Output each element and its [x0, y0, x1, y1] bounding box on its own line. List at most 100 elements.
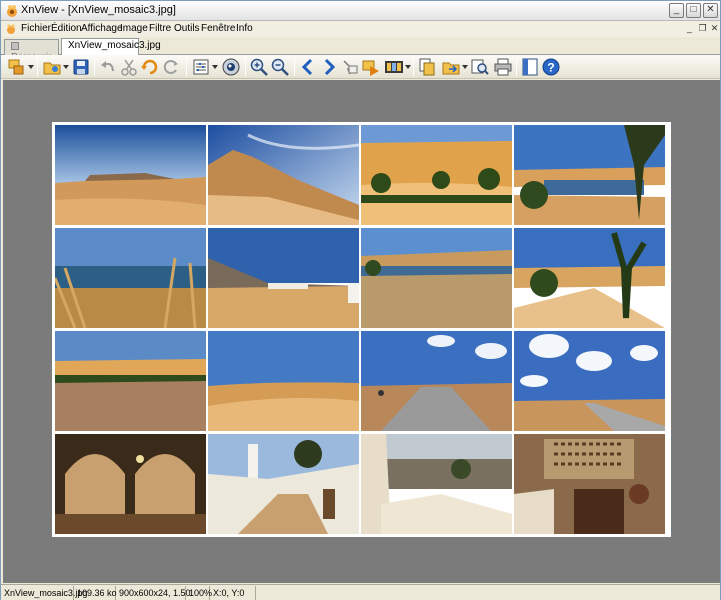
- chevron-down-icon[interactable]: [405, 64, 411, 70]
- panel-button[interactable]: [520, 57, 540, 77]
- browser-icon: [8, 59, 24, 75]
- mdi-minimize-icon[interactable]: _: [684, 23, 695, 34]
- photo-tile: [361, 228, 512, 328]
- minimize-button[interactable]: _: [669, 3, 684, 18]
- maximize-button[interactable]: □: [686, 3, 701, 18]
- toolbar-separator: [516, 58, 517, 76]
- chevron-down-icon[interactable]: [28, 64, 34, 70]
- photo-tile: [361, 125, 512, 225]
- menu-fenetre[interactable]: Fenêtre: [201, 23, 235, 34]
- printer-icon: [494, 58, 512, 76]
- tab-image[interactable]: XnView_mosaic3.jpg: [61, 38, 161, 56]
- photo-tile: [55, 228, 206, 328]
- toolbar-separator: [413, 58, 414, 76]
- chevron-down-icon[interactable]: [212, 64, 218, 70]
- title-bar[interactable]: XnView - [XnView_mosaic3.jpg] _ □ ✕: [1, 1, 720, 21]
- cut-icon: [121, 59, 137, 76]
- undo-icon: [101, 61, 114, 72]
- photo-tile: [208, 331, 359, 431]
- menu-fichier[interactable]: Fichier: [21, 23, 51, 34]
- convert-button[interactable]: [441, 57, 461, 77]
- print-preview-button[interactable]: [470, 57, 490, 77]
- filmstrip-button[interactable]: [384, 57, 404, 77]
- next-button[interactable]: [319, 57, 339, 77]
- cut-button[interactable]: [119, 57, 139, 77]
- app-window: XnView - [XnView_mosaic3.jpg] _ □ ✕ Fich…: [0, 0, 721, 600]
- mdi-close-icon[interactable]: ✕: [709, 23, 720, 34]
- menu-filtre[interactable]: Filtre: [149, 23, 171, 34]
- menu-edition[interactable]: Édition: [51, 23, 82, 34]
- tab-label: XnView_mosaic3.jpg: [68, 40, 161, 51]
- rotate-button[interactable]: [140, 57, 160, 77]
- adjust-button[interactable]: [191, 57, 211, 77]
- menu-image[interactable]: Image: [120, 23, 148, 34]
- document-menu-icon[interactable]: [4, 22, 18, 36]
- zoom-in-icon: [250, 58, 268, 76]
- rotate-icon: [141, 59, 158, 75]
- photo-tile: [361, 331, 512, 431]
- slideshow-icon: [362, 60, 379, 76]
- browser-button[interactable]: [7, 57, 27, 77]
- status-zoom: 100%: [186, 586, 212, 600]
- save-button[interactable]: [71, 57, 91, 77]
- previous-button[interactable]: [298, 57, 318, 77]
- chevron-down-icon[interactable]: [462, 64, 468, 70]
- zoom-out-button[interactable]: [270, 57, 290, 77]
- zoom-out-icon: [271, 58, 289, 76]
- photo-tile: [514, 331, 665, 431]
- help-button[interactable]: ?: [541, 57, 561, 77]
- toolbar-separator: [94, 58, 95, 76]
- undo-button[interactable]: [98, 57, 118, 77]
- menu-affichage[interactable]: Affichage: [81, 23, 123, 34]
- open-folder-icon: [43, 62, 61, 75]
- tab-parcourir[interactable]: Parcourir: [4, 39, 59, 63]
- help-icon: ?: [542, 58, 560, 76]
- photo-tile: [514, 228, 665, 328]
- chevron-down-icon[interactable]: [63, 64, 69, 70]
- menu-info[interactable]: Info: [236, 23, 253, 34]
- toolbar-separator: [294, 58, 295, 76]
- menu-outils[interactable]: Outils: [174, 23, 200, 34]
- minimize-icon: _: [673, 4, 680, 15]
- photo-tile: [55, 331, 206, 431]
- adjust-icon: [193, 59, 209, 75]
- panel-icon: [522, 58, 538, 76]
- select-button[interactable]: [340, 57, 360, 77]
- mosaic-image[interactable]: [52, 122, 671, 537]
- photo-tile: [208, 125, 359, 225]
- toolbar-separator: [186, 58, 187, 76]
- print-button[interactable]: [493, 57, 513, 77]
- photo-tile: [361, 434, 512, 534]
- photo-tile: [208, 228, 359, 328]
- tab-bar: Parcourir XnView_mosaic3.jpg: [1, 37, 720, 63]
- previous-icon: [301, 58, 313, 76]
- photo-tile: [208, 434, 359, 534]
- select-icon: [343, 60, 358, 75]
- close-button[interactable]: ✕: [703, 3, 718, 18]
- image-viewport[interactable]: [3, 80, 720, 583]
- window-title: XnView - [XnView_mosaic3.jpg]: [21, 4, 176, 16]
- browser-tab-icon: [11, 42, 19, 50]
- zoom-in-button[interactable]: [249, 57, 269, 77]
- color-button[interactable]: [221, 57, 241, 77]
- status-filename: XnView_mosaic3.jpg: [1, 586, 87, 600]
- slideshow-button[interactable]: [361, 57, 381, 77]
- status-dimensions: 900x600x24, 1.50: [116, 586, 191, 600]
- status-filesize: 109.36 ko: [74, 586, 117, 600]
- save-disk-icon: [73, 59, 89, 75]
- status-bar: XnView_mosaic3.jpg 109.36 ko 900x600x24,…: [1, 584, 720, 600]
- toolbar-separator: [245, 58, 246, 76]
- open-button[interactable]: [42, 57, 62, 77]
- toolbar: ?: [1, 55, 720, 79]
- photo-tile: [55, 125, 206, 225]
- refresh-button[interactable]: [161, 57, 181, 77]
- xnview-logo-icon: [7, 5, 17, 17]
- photo-tile: [514, 434, 665, 534]
- mdi-restore-icon[interactable]: ❐: [697, 23, 708, 34]
- copy-icon: [419, 58, 435, 76]
- refresh-icon: [163, 60, 178, 74]
- copy-button[interactable]: [417, 57, 437, 77]
- maximize-icon: □: [690, 4, 697, 15]
- color-wheel-icon: [222, 58, 240, 76]
- next-icon: [324, 58, 336, 76]
